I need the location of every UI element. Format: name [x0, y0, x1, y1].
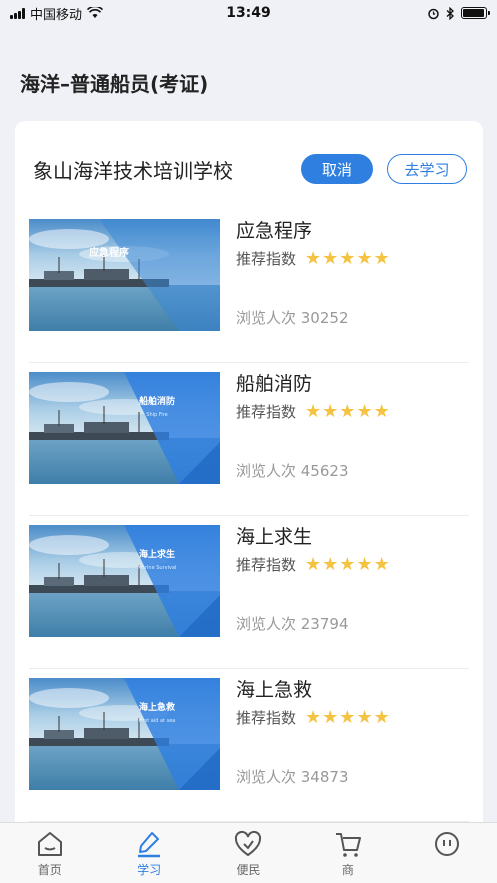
view-count: 浏览人次 34873	[236, 768, 349, 786]
recommend-label: 推荐指数	[236, 709, 297, 727]
school-header: 象山海洋技术培训学校 取消 去学习	[15, 121, 483, 211]
alarm-icon	[428, 8, 439, 19]
carrier-label: 中国移动	[30, 7, 83, 23]
go-study-button[interactable]: 去学习	[387, 154, 467, 184]
course-thumbnail[interactable]: 海上求生 Marine Survival	[29, 525, 220, 637]
school-name: 象山海洋技术培训学校	[33, 159, 233, 183]
rating-stars: ★ ★ ★ ★ ★	[305, 400, 390, 422]
rating-stars: ★ ★ ★ ★ ★	[305, 706, 390, 728]
rating-stars: ★ ★ ★ ★ ★	[305, 247, 390, 269]
star-icon: ★	[373, 553, 390, 575]
bluetooth-icon	[446, 6, 454, 20]
tab-label: 首页	[37, 863, 62, 877]
star-icon: ★	[373, 247, 390, 269]
course-title[interactable]: 海上急救	[236, 675, 312, 702]
heart-icon	[233, 829, 263, 859]
course-title[interactable]: 海上求生	[236, 522, 312, 549]
recommend-row: 推荐指数 ★ ★ ★ ★ ★	[236, 401, 390, 422]
recommend-row: 推荐指数 ★ ★ ★ ★ ★	[236, 554, 390, 575]
tab-profile[interactable]	[398, 823, 497, 883]
pen-icon	[134, 829, 164, 859]
wifi-icon	[87, 7, 104, 18]
course-item[interactable]: 海上急救 First aid at sea 海上急救 推荐指数 ★ ★ ★ ★ ★ 浏览…	[29, 669, 469, 822]
star-icon: ★	[339, 553, 356, 575]
course-item[interactable]: 船舶消防 Ship Fire 船舶消防 推荐指数 ★ ★ ★ ★ ★ 浏览人次 4562…	[29, 363, 469, 516]
battery-icon	[460, 7, 490, 19]
view-count: 浏览人次 30252	[236, 309, 349, 327]
thumbnail-title: 海上求生	[139, 548, 175, 560]
star-icon: ★	[373, 706, 390, 728]
star-icon: ★	[305, 247, 322, 269]
thumbnail-subtitle: First aid at sea	[139, 718, 176, 724]
home-icon	[35, 829, 65, 859]
course-thumbnail[interactable]: 船舶消防 Ship Fire	[29, 372, 220, 484]
course-item[interactable]: 应急程序 应急程序 推荐指数 ★ ★ ★ ★ ★ 浏览人次 30252	[29, 210, 469, 363]
status-time: 13:49	[226, 5, 271, 21]
signal-icon	[10, 7, 25, 19]
star-icon: ★	[356, 553, 373, 575]
tab-home[interactable]: 首页	[0, 823, 99, 883]
recommend-label: 推荐指数	[236, 250, 297, 268]
thumbnail-subtitle: Ship Fire	[146, 412, 167, 418]
recommend-label: 推荐指数	[236, 556, 297, 574]
star-icon: ★	[339, 706, 356, 728]
thumbnail-title: 应急程序	[89, 246, 129, 259]
star-icon: ★	[322, 706, 339, 728]
tab-label: 便民	[236, 863, 261, 877]
star-icon: ★	[322, 247, 339, 269]
course-thumbnail[interactable]: 海上急救 First aid at sea	[29, 678, 220, 790]
page-title: 海洋–普通船员(考证)	[20, 72, 209, 96]
star-icon: ★	[322, 553, 339, 575]
profile-icon	[432, 829, 462, 859]
tab-label: 商	[341, 863, 354, 877]
tab-pen[interactable]: 学习	[99, 823, 198, 883]
course-card: 象山海洋技术培训学校 取消 去学习 应急程序 应急程序 推荐指数 ★ ★ ★ ★…	[15, 121, 483, 841]
recommend-row: 推荐指数 ★ ★ ★ ★ ★	[236, 707, 390, 728]
star-icon: ★	[305, 706, 322, 728]
star-icon: ★	[356, 247, 373, 269]
star-icon: ★	[305, 553, 322, 575]
star-icon: ★	[322, 400, 339, 422]
status-bar: 中国移动 13:49	[0, 0, 497, 26]
star-icon: ★	[356, 400, 373, 422]
tab-heart[interactable]: 便民	[199, 823, 298, 883]
star-icon: ★	[373, 400, 390, 422]
view-count: 浏览人次 23794	[236, 615, 349, 633]
star-icon: ★	[339, 247, 356, 269]
thumbnail-subtitle: Marine Survival	[138, 565, 177, 571]
bottom-tab-bar: 首页 学习 便民 商	[0, 822, 497, 883]
cancel-button[interactable]: 取消	[301, 154, 373, 184]
tab-cart[interactable]: 商	[298, 823, 397, 883]
tab-label: 学习	[137, 863, 162, 877]
cart-icon	[333, 829, 363, 859]
star-icon: ★	[305, 400, 322, 422]
recommend-label: 推荐指数	[236, 403, 297, 421]
rating-stars: ★ ★ ★ ★ ★	[305, 553, 390, 575]
course-item[interactable]: 海上求生 Marine Survival 海上求生 推荐指数 ★ ★ ★ ★ ★ 浏览人…	[29, 516, 469, 669]
thumbnail-title: 海上急救	[139, 701, 176, 713]
star-icon: ★	[339, 400, 356, 422]
course-title[interactable]: 应急程序	[236, 216, 312, 243]
course-title[interactable]: 船舶消防	[236, 369, 312, 396]
recommend-row: 推荐指数 ★ ★ ★ ★ ★	[236, 248, 390, 269]
course-thumbnail[interactable]: 应急程序	[29, 219, 220, 331]
thumbnail-title: 船舶消防	[139, 395, 175, 407]
star-icon: ★	[356, 706, 373, 728]
view-count: 浏览人次 45623	[236, 462, 349, 480]
